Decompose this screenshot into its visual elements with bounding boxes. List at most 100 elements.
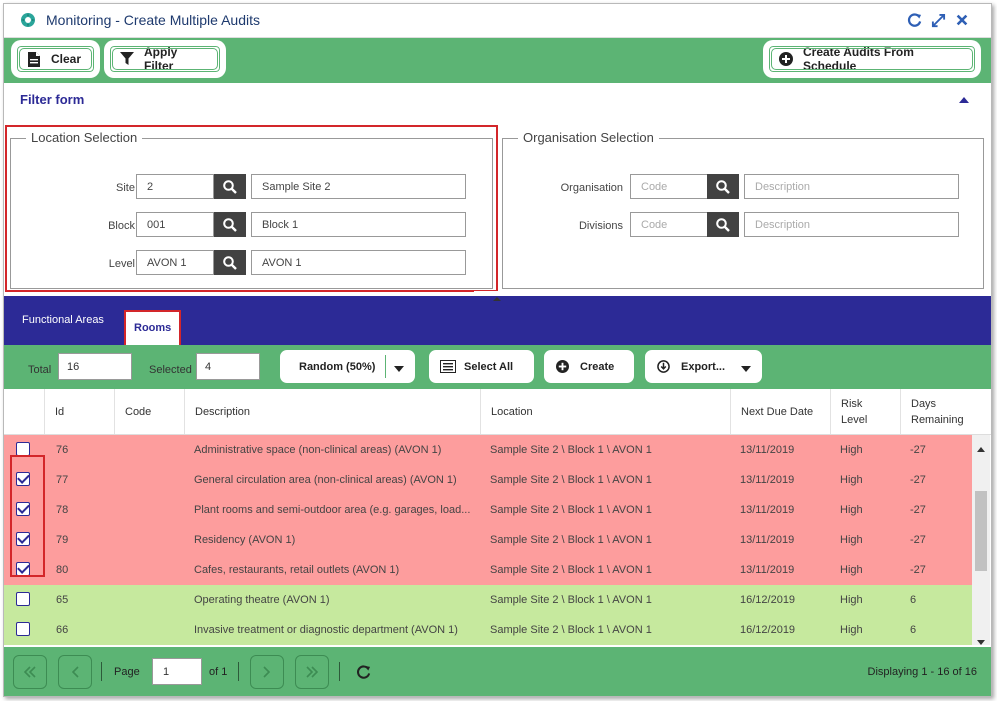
column-header-risk-level[interactable]: Risk Level bbox=[830, 389, 900, 434]
clear-button[interactable]: Clear bbox=[14, 43, 97, 75]
apply-filter-label: Apply Filter bbox=[144, 45, 178, 73]
chevron-down-icon[interactable] bbox=[394, 363, 404, 375]
list-icon bbox=[440, 360, 456, 376]
cell-id: 76 bbox=[56, 444, 69, 456]
scroll-thumb[interactable] bbox=[975, 491, 987, 571]
cell-code bbox=[124, 615, 184, 645]
scroll-up-icon[interactable] bbox=[977, 441, 985, 455]
cell-next-due: 13/11/2019 bbox=[740, 504, 795, 516]
table-row[interactable]: 77 General circulation area (non-clinical… bbox=[4, 465, 972, 495]
organisation-selection-legend: Organisation Selection bbox=[518, 130, 659, 145]
maximize-icon[interactable] bbox=[929, 11, 947, 29]
page-number-input[interactable]: 1 bbox=[152, 658, 202, 685]
cell-code bbox=[124, 465, 184, 495]
splitter-handle[interactable] bbox=[474, 291, 520, 302]
download-circle-icon bbox=[657, 360, 670, 376]
table-row[interactable]: 65 Operating theatre (AVON 1) Sample Site … bbox=[4, 585, 972, 615]
row-checkbox[interactable] bbox=[16, 442, 30, 456]
tab-rooms[interactable]: Rooms bbox=[124, 310, 182, 345]
cell-id: 66 bbox=[56, 624, 69, 636]
row-checkbox[interactable] bbox=[16, 592, 30, 606]
last-page-button[interactable] bbox=[295, 655, 329, 689]
cell-code bbox=[124, 495, 184, 525]
table-row[interactable]: 79 Residency (AVON 1) Sample Site 2 \ Bloc… bbox=[4, 525, 972, 555]
cell-days: -27 bbox=[910, 504, 926, 516]
column-header-days-remaining[interactable]: Days Remaining bbox=[900, 389, 991, 434]
title-bar: Monitoring - Create Multiple Audits bbox=[4, 4, 991, 38]
column-header-location[interactable]: Location bbox=[480, 389, 730, 434]
app-logo-icon bbox=[20, 12, 36, 28]
export-button[interactable]: Export... bbox=[645, 350, 762, 383]
double-chevron-left-icon bbox=[23, 666, 36, 678]
filter-form-header[interactable]: Filter form bbox=[4, 84, 991, 116]
cell-id: 77 bbox=[56, 474, 69, 486]
collapse-up-icon[interactable] bbox=[959, 97, 969, 103]
next-page-button[interactable] bbox=[250, 655, 284, 689]
cell-id: 79 bbox=[56, 534, 69, 546]
cell-id: 80 bbox=[56, 564, 69, 576]
create-audits-from-schedule-button[interactable]: Create Audits From Schedule bbox=[766, 43, 978, 75]
cell-days: 6 bbox=[910, 594, 917, 606]
tab-functional-areas[interactable]: Functional Areas bbox=[22, 314, 104, 346]
row-checkbox[interactable] bbox=[16, 622, 30, 636]
chevron-left-icon bbox=[71, 666, 79, 678]
divisions-label: Divisions bbox=[578, 220, 623, 232]
cell-next-due: 16/12/2019 bbox=[740, 594, 796, 606]
apply-filter-button[interactable]: Apply Filter bbox=[107, 43, 223, 75]
cell-description: General circulation area (non-clinical a… bbox=[194, 474, 457, 486]
cell-location: Sample Site 2 \ Block 1 \ AVON 1 bbox=[490, 624, 652, 636]
close-icon[interactable] bbox=[953, 11, 971, 29]
cell-days: -27 bbox=[910, 564, 926, 576]
refresh-icon[interactable] bbox=[905, 11, 923, 29]
checkbox-highlight-box bbox=[10, 455, 45, 577]
create-button[interactable]: Create bbox=[544, 350, 634, 383]
column-header-next-due-date[interactable]: Next Due Date bbox=[730, 389, 830, 434]
previous-page-button[interactable] bbox=[58, 655, 92, 689]
random-split-button[interactable]: Random (50%) bbox=[280, 350, 415, 383]
select-all-button[interactable]: Select All bbox=[429, 350, 534, 383]
divisions-search-button[interactable] bbox=[707, 212, 739, 237]
cell-risk: High bbox=[840, 444, 863, 456]
cell-description: Plant rooms and semi-outdoor area (e.g. … bbox=[194, 504, 471, 516]
grid-scrollbar[interactable] bbox=[972, 435, 990, 645]
chevron-right-icon bbox=[263, 666, 271, 678]
plus-circle-icon bbox=[556, 360, 569, 376]
selected-count-field: 4 bbox=[196, 353, 260, 380]
grid-toolbar: Total 16 Selected 4 Random (50%) Select … bbox=[4, 345, 991, 389]
column-header-code[interactable]: Code bbox=[114, 389, 184, 434]
risk-header-line1: Risk bbox=[841, 397, 863, 410]
divisions-description-input[interactable]: Description bbox=[744, 212, 959, 237]
column-header-id[interactable]: Id bbox=[44, 389, 114, 434]
cell-days: -27 bbox=[910, 444, 926, 456]
cell-risk: High bbox=[840, 594, 863, 606]
search-icon bbox=[716, 217, 730, 232]
cell-location: Sample Site 2 \ Block 1 \ AVON 1 bbox=[490, 564, 652, 576]
cell-description: Invasive treatment or diagnostic departm… bbox=[194, 624, 458, 636]
cell-description: Administrative space (non-clinical areas… bbox=[194, 444, 442, 456]
table-row[interactable]: 66 Invasive treatment or diagnostic depar… bbox=[4, 615, 972, 645]
chevron-down-icon[interactable] bbox=[741, 363, 751, 375]
scroll-down-icon[interactable] bbox=[977, 634, 985, 648]
cell-code bbox=[124, 555, 184, 585]
table-row[interactable]: 80 Cafes, restaurants, retail outlets (AV… bbox=[4, 555, 972, 585]
table-row[interactable]: 76 Administrative space (non-clinical are… bbox=[4, 435, 972, 465]
create-label: Create bbox=[580, 360, 615, 373]
first-page-button[interactable] bbox=[13, 655, 47, 689]
selected-label: Selected bbox=[149, 364, 192, 376]
select-all-label: Select All bbox=[464, 360, 514, 373]
organisation-search-button[interactable] bbox=[707, 174, 739, 199]
dialog-window: Monitoring - Create Multiple Audits Clea… bbox=[3, 3, 992, 697]
organisation-code-input[interactable]: Code bbox=[630, 174, 708, 199]
total-count-field: 16 bbox=[58, 353, 132, 380]
pager-separator bbox=[238, 662, 239, 681]
cell-risk: High bbox=[840, 564, 863, 576]
cell-risk: High bbox=[840, 534, 863, 546]
refresh-icon[interactable] bbox=[356, 665, 371, 683]
filter-form-title: Filter form bbox=[20, 92, 85, 107]
displaying-count: Displaying 1 - 16 of 16 bbox=[867, 666, 977, 678]
table-row[interactable]: 78 Plant rooms and semi-outdoor area (e.g… bbox=[4, 495, 972, 525]
divisions-code-input[interactable]: Code bbox=[630, 212, 708, 237]
column-header-description[interactable]: Description bbox=[184, 389, 480, 434]
organisation-description-input[interactable]: Description bbox=[744, 174, 959, 199]
days-header-line1: Days bbox=[911, 397, 937, 410]
